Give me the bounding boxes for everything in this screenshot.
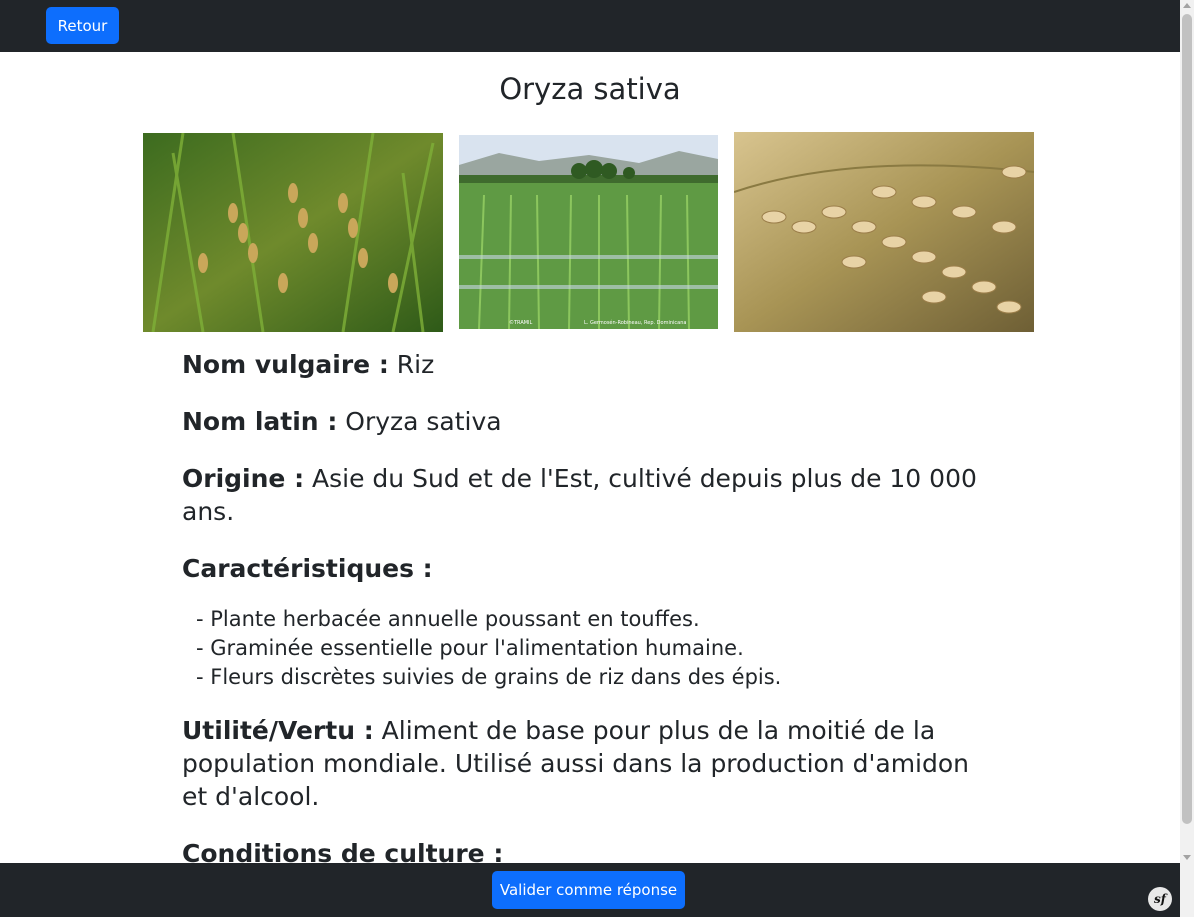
common-name-field: Nom vulgaire : Riz [182, 348, 1002, 381]
scrollbar[interactable] [1180, 0, 1194, 917]
scroll-up-icon[interactable] [1183, 3, 1191, 8]
origin-field: Origine : Asie du Sud et de l'Est, culti… [182, 462, 1002, 528]
common-name-label: Nom vulgaire : [182, 350, 389, 379]
characteristics-list: - Plante herbacée annuelle poussant en t… [196, 605, 1002, 692]
characteristics-heading: Caractéristiques : [182, 554, 433, 583]
scroll-thumb[interactable] [1182, 14, 1192, 824]
list-item: - Fleurs discrètes suivies de grains de … [196, 665, 782, 689]
top-navbar [0, 0, 1180, 52]
rice-grains-photo [734, 132, 1034, 332]
latin-name-value: Oryza sativa [345, 407, 502, 436]
validate-answer-button[interactable]: Valider comme réponse [492, 871, 685, 909]
utility-label: Utilité/Vertu : [182, 716, 374, 745]
symfony-toolbar-icon[interactable]: sf [1148, 887, 1172, 911]
rice-paddy-photo: ©TRAMIL L. Germosén-Robineau, Rep. Domin… [459, 135, 718, 329]
list-item: - Graminée essentielle pour l'alimentati… [196, 636, 744, 660]
svg-text:L. Germosén-Robineau, Rep. Dom: L. Germosén-Robineau, Rep. Dominicana [584, 319, 686, 326]
latin-name-field: Nom latin : Oryza sativa [182, 405, 1002, 438]
back-button[interactable]: Retour [46, 7, 119, 44]
latin-name-label: Nom latin : [182, 407, 338, 436]
origin-label: Origine : [182, 464, 305, 493]
common-name-value: Riz [396, 350, 435, 379]
svg-text:©TRAMIL: ©TRAMIL [509, 319, 533, 326]
rice-panicles-photo [143, 133, 443, 332]
list-item: - Plante herbacée annuelle poussant en t… [196, 607, 700, 631]
page-title: Oryza sativa [499, 72, 681, 106]
utility-field: Utilité/Vertu : Aliment de base pour plu… [182, 714, 1002, 813]
scroll-down-icon[interactable] [1183, 855, 1191, 860]
plant-details: Nom vulgaire : Riz Nom latin : Oryza sat… [182, 348, 1002, 894]
